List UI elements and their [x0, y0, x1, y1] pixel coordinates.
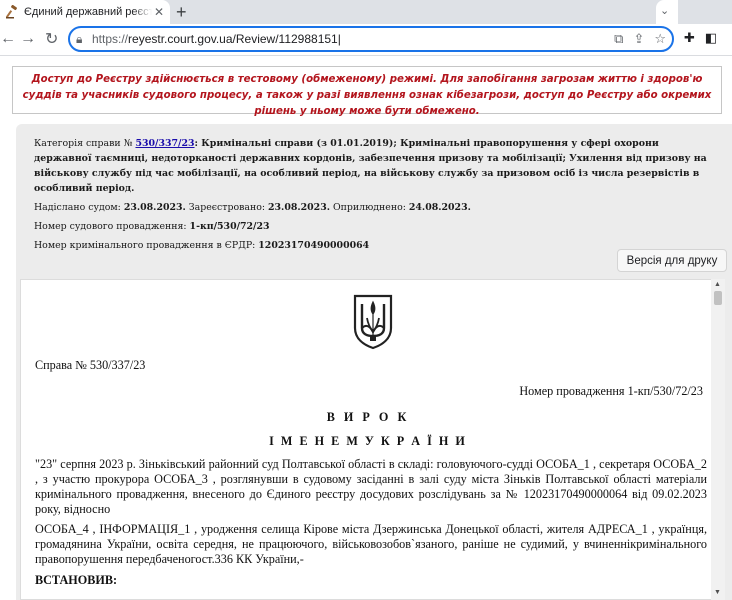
back-arrow-icon[interactable]: ← [0, 30, 16, 48]
category-row: Категорія справи № 530/337/23: Криміналь… [34, 138, 707, 194]
browser-toolbar: ← → ↻ 🔒︎ https://reyestr.court.gov.ua/Re… [0, 24, 732, 56]
side-panel-icon[interactable]: ◧ [705, 30, 717, 46]
url-text[interactable]: https://reyestr.court.gov.ua/Review/1129… [92, 32, 341, 46]
extensions-puzzle-icon[interactable]: ✚ [684, 30, 695, 46]
erdr-row: Номер кримінального провадження в ЄРДР: … [34, 240, 370, 251]
trident-emblem-icon [353, 294, 393, 350]
chevron-down-icon[interactable]: ⌄ [660, 4, 669, 17]
scrollbar-thumb[interactable] [714, 291, 722, 305]
toolbar-right: ✚ ◧ [684, 30, 717, 46]
erdr-number: 12023170490000064 [258, 240, 370, 251]
intro-paragraph: "23" серпня 2023 р. Зіньківський районни… [35, 457, 707, 516]
translate-icon[interactable]: ⧉ [614, 31, 623, 47]
proceeding-row: Номер судового провадження: 1-кп/530/72/… [34, 221, 270, 232]
case-metadata: Категорія справи № 530/337/23: Криміналь… [34, 136, 714, 257]
dates-row: Надіслано судом: 23.08.2023. Зареєстрова… [34, 202, 471, 213]
warning-text: Доступ до Реєстру здійснюється в тестово… [22, 74, 712, 117]
scroll-up-icon[interactable]: ▲ [714, 281, 721, 288]
defendant-paragraph: ОСОБА_4 , ІНФОРМАЦІЯ_1 , уродження селищ… [35, 522, 707, 566]
case-number: Справа № 530/337/23 [35, 358, 146, 372]
new-tab-icon[interactable]: + [176, 2, 187, 22]
published-date: 24.08.2023. [408, 202, 471, 213]
lock-icon[interactable]: 🔒︎ [76, 32, 82, 47]
document-frame[interactable]: Справа № 530/337/23 Номер провадження 1-… [20, 279, 714, 600]
gavel-icon [4, 4, 20, 20]
decision-card: Категорія справи № 530/337/23: Криміналь… [16, 124, 732, 600]
scroll-down-icon[interactable]: ▼ [714, 589, 721, 596]
close-icon[interactable]: ✕ [154, 4, 164, 20]
print-version-button[interactable]: Версія для друку [617, 249, 727, 272]
forward-arrow-icon[interactable]: → [20, 30, 36, 48]
document-scrollbar[interactable]: ▲ ▼ [711, 279, 725, 600]
tab-title: Єдиний державний реєстр судових рішень [24, 6, 152, 18]
established-heading: ВСТАНОВИВ: [35, 573, 118, 587]
proceeding-number-doc: Номер провадження 1-кп/530/72/23 [519, 384, 703, 398]
proceeding-number: 1-кп/530/72/23 [189, 221, 270, 232]
address-bar-actions: ⧉ ⇪ ☆ [614, 31, 666, 47]
tab-strip: Єдиний державний реєстр судових рішень ✕… [0, 0, 732, 24]
verdict-heading: В И Р О К [326, 410, 410, 424]
address-bar[interactable]: 🔒︎ https://reyestr.court.gov.ua/Review/1… [68, 26, 674, 52]
reload-icon[interactable]: ↻ [45, 29, 58, 49]
access-warning-banner: Доступ до Реєстру здійснюється в тестово… [12, 66, 722, 117]
case-number-link[interactable]: 530/337/23 [135, 138, 194, 149]
registered-date: 23.08.2023. [268, 202, 330, 213]
page-content: Доступ до Реєстру здійснюється в тестово… [0, 57, 732, 600]
in-the-name-heading: І М Е Н Е М У К Р А Ї Н И [269, 434, 467, 448]
browser-tab[interactable]: Єдиний державний реєстр судових рішень ✕ [0, 0, 170, 24]
bookmark-star-icon[interactable]: ☆ [654, 31, 666, 47]
share-icon[interactable]: ⇪ [633, 31, 644, 47]
sent-date: 23.08.2023. [123, 202, 186, 213]
